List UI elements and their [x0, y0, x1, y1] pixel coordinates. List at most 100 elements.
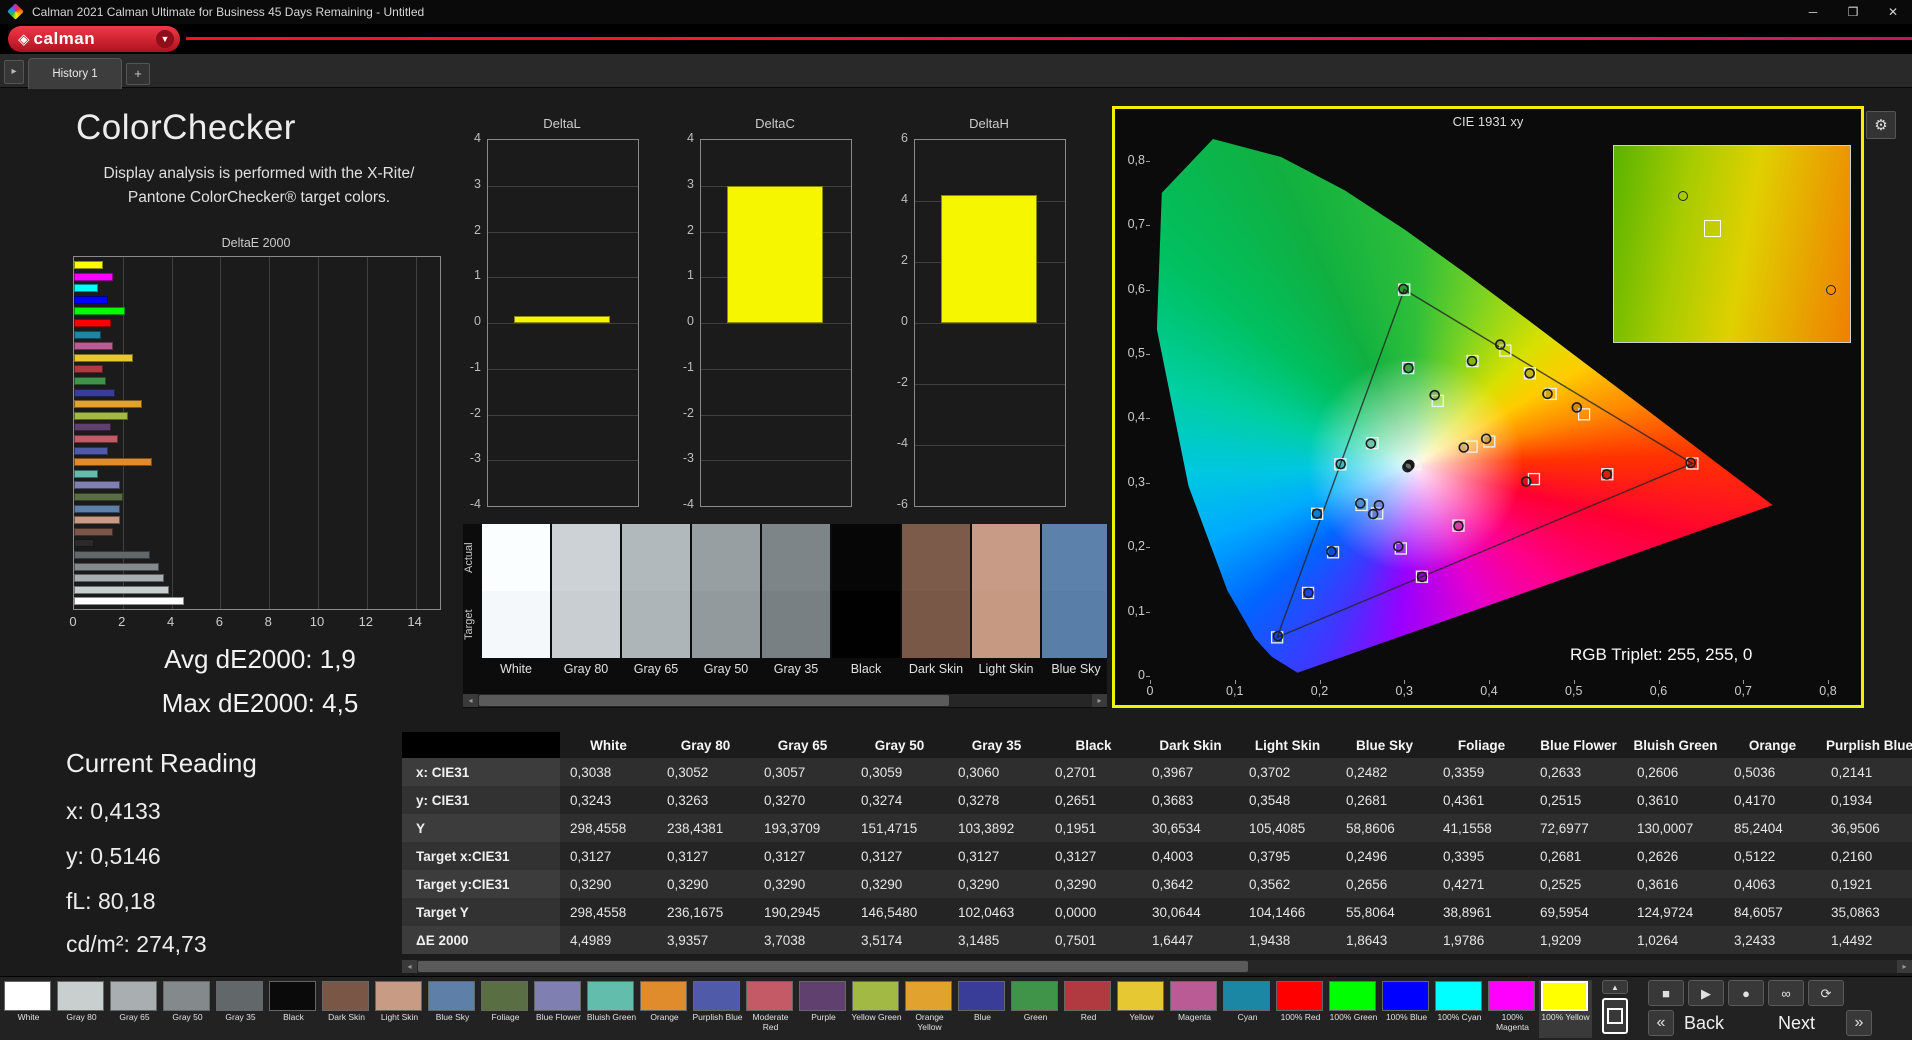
pattern-label: Red — [1080, 1012, 1097, 1022]
table-cell: 1,9438 — [1249, 932, 1291, 948]
play-button[interactable]: ▶ — [1688, 980, 1724, 1006]
pattern-button-dark-skin[interactable]: Dark Skin — [320, 980, 373, 1038]
y-tick-label: -3 — [469, 451, 481, 466]
table-cell: 0,3278 — [958, 792, 1000, 808]
y-tick-label: -4 — [682, 497, 694, 511]
next-button[interactable]: Next — [1778, 1013, 1815, 1034]
loop-button[interactable]: ∞ — [1768, 980, 1804, 1006]
pattern-button-bluish-green[interactable]: Bluish Green — [585, 980, 638, 1038]
table-cell: 0,3616 — [1637, 876, 1679, 892]
pattern-button-green[interactable]: Green — [1009, 980, 1062, 1038]
y-tick-label: -6 — [896, 497, 908, 511]
pattern-swatch — [1329, 981, 1376, 1011]
table-cell: 1,8643 — [1346, 932, 1388, 948]
de-bar-cyan — [74, 330, 101, 339]
add-tab-button[interactable]: + — [126, 63, 150, 85]
cie-1931-panel: CIE 1931 xy 0 0,1 0,2 0,3 0,4 0,5 0,6 0,7 0,8 0 0,… — [1112, 106, 1864, 708]
pattern-button-magenta[interactable]: Magenta — [1168, 980, 1221, 1038]
pattern-button-orange[interactable]: Orange — [638, 980, 691, 1038]
column-header: Gray 65 — [777, 737, 828, 753]
scroll-left-icon[interactable]: ◂ — [402, 960, 417, 973]
deltac-chart — [700, 139, 852, 507]
pattern-swatch — [1276, 981, 1323, 1011]
pattern-label: 100% Green — [1329, 1012, 1378, 1022]
pattern-scroll-up-icon[interactable]: ▲ — [1602, 980, 1628, 994]
measured-point — [1520, 476, 1532, 487]
cie-x-tick — [1234, 680, 1236, 684]
pattern-button-orange-yellow[interactable]: Orange Yellow — [903, 980, 956, 1038]
pattern-button-light-skin[interactable]: Light Skin — [373, 980, 426, 1038]
back-chevron-icon[interactable]: « — [1648, 1010, 1674, 1036]
pattern-button-red[interactable]: Red — [1062, 980, 1115, 1038]
pattern-button-purplish-blue[interactable]: Purplish Blue — [691, 980, 744, 1038]
pattern-button-blue-sky[interactable]: Blue Sky — [426, 980, 479, 1038]
tab-history-1[interactable]: History 1 — [28, 58, 122, 89]
cie-y-tick-label: 0 — [1138, 668, 1145, 682]
pattern-swatch — [852, 981, 899, 1011]
refresh-button[interactable]: ⟳ — [1808, 980, 1844, 1006]
pattern-button-purple[interactable]: Purple — [797, 980, 850, 1038]
pattern-button-white[interactable]: White — [2, 980, 55, 1038]
record-button[interactable]: ● — [1728, 980, 1764, 1006]
x-tick-label: 8 — [264, 614, 272, 629]
pattern-swatch — [1435, 981, 1482, 1011]
column-header: Black — [1075, 737, 1112, 753]
pattern-window-button[interactable] — [1602, 998, 1628, 1034]
table-cell: 0,3060 — [958, 764, 1000, 780]
cie-y-tick — [1146, 418, 1150, 420]
de-bar-100-yellow — [74, 261, 104, 269]
pattern-button-gray-50[interactable]: Gray 50 — [161, 980, 214, 1038]
y-tick-label: 2 — [901, 253, 908, 267]
scroll-left-icon[interactable]: ◂ — [463, 694, 478, 707]
scroll-right-icon[interactable]: ▸ — [1897, 960, 1912, 973]
pattern-button-blue-flower[interactable]: Blue Flower — [532, 980, 585, 1038]
back-button[interactable]: Back — [1684, 1013, 1724, 1034]
scroll-thumb[interactable] — [479, 695, 949, 706]
pattern-button-blue[interactable]: Blue — [956, 980, 1009, 1038]
swatch-strip-scrollbar[interactable]: ◂ ▸ — [463, 694, 1107, 707]
pattern-button-foliage[interactable]: Foliage — [479, 980, 532, 1038]
next-chevron-icon[interactable]: » — [1846, 1010, 1872, 1036]
pattern-button-black[interactable]: Black — [267, 980, 320, 1038]
pattern-button-gray-80[interactable]: Gray 80 — [55, 980, 108, 1038]
history-panel-toggle[interactable]: ▸ — [4, 60, 24, 84]
pattern-button-100-green[interactable]: 100% Green — [1327, 980, 1380, 1038]
close-icon[interactable]: ✕ — [1874, 0, 1912, 24]
pattern-button-gray-65[interactable]: Gray 65 — [108, 980, 161, 1038]
pattern-button-100-yellow[interactable]: 100% Yellow — [1539, 980, 1592, 1038]
pattern-button-gray-35[interactable]: Gray 35 — [214, 980, 267, 1038]
logo-dropdown-icon[interactable]: ▼ — [156, 30, 174, 48]
deltah-chart — [914, 139, 1066, 507]
calman-logo-menu[interactable]: ◈ calman ▼ — [8, 26, 180, 52]
page-description: Display analysis is performed with the X… — [103, 165, 415, 207]
y-tick-label: 2 — [687, 222, 694, 237]
pattern-swatch — [428, 981, 475, 1011]
pattern-label: Gray 35 — [225, 1012, 256, 1022]
column-header: Purplish Blue — [1825, 737, 1912, 753]
table-scrollbar[interactable]: ◂ ▸ — [402, 960, 1912, 973]
table-header-row: White Gray 80 Gray 65 Gray 50 Gray 35 Black Da… — [402, 732, 1912, 758]
pattern-button-yellow-green[interactable]: Yellow Green — [850, 980, 903, 1038]
scroll-right-icon[interactable]: ▸ — [1092, 694, 1107, 707]
minimize-icon[interactable]: ─ — [1794, 0, 1832, 24]
swatch-column-blue-sky: Blue Sky — [1042, 524, 1107, 676]
pattern-button-100-magenta[interactable]: 100% Magenta — [1486, 980, 1539, 1038]
pattern-button-moderate-red[interactable]: Moderate Red — [744, 980, 797, 1038]
stop-button[interactable]: ■ — [1648, 980, 1684, 1006]
table-cell: 0,2141 — [1831, 764, 1873, 780]
window-title: Calman 2021 Calman Ultimate for Business… — [32, 5, 425, 19]
pattern-button-100-blue[interactable]: 100% Blue — [1380, 980, 1433, 1038]
maximize-icon[interactable]: ❒ — [1834, 0, 1872, 24]
table-cell: 1,9786 — [1443, 932, 1485, 948]
measured-point — [1453, 520, 1464, 532]
pattern-button-yellow[interactable]: Yellow — [1115, 980, 1168, 1038]
pattern-button-cyan[interactable]: Cyan — [1221, 980, 1274, 1038]
pattern-button-100-cyan[interactable]: 100% Cyan — [1433, 980, 1486, 1038]
gridline — [701, 323, 851, 324]
swatch-label: Blue Sky — [1051, 662, 1101, 676]
scroll-thumb[interactable] — [418, 961, 1248, 972]
gear-icon[interactable]: ⚙ — [1866, 111, 1896, 139]
deltal-chart — [487, 139, 639, 507]
pattern-label: Blue Flower — [536, 1012, 581, 1022]
pattern-button-100-red[interactable]: 100% Red — [1274, 980, 1327, 1038]
